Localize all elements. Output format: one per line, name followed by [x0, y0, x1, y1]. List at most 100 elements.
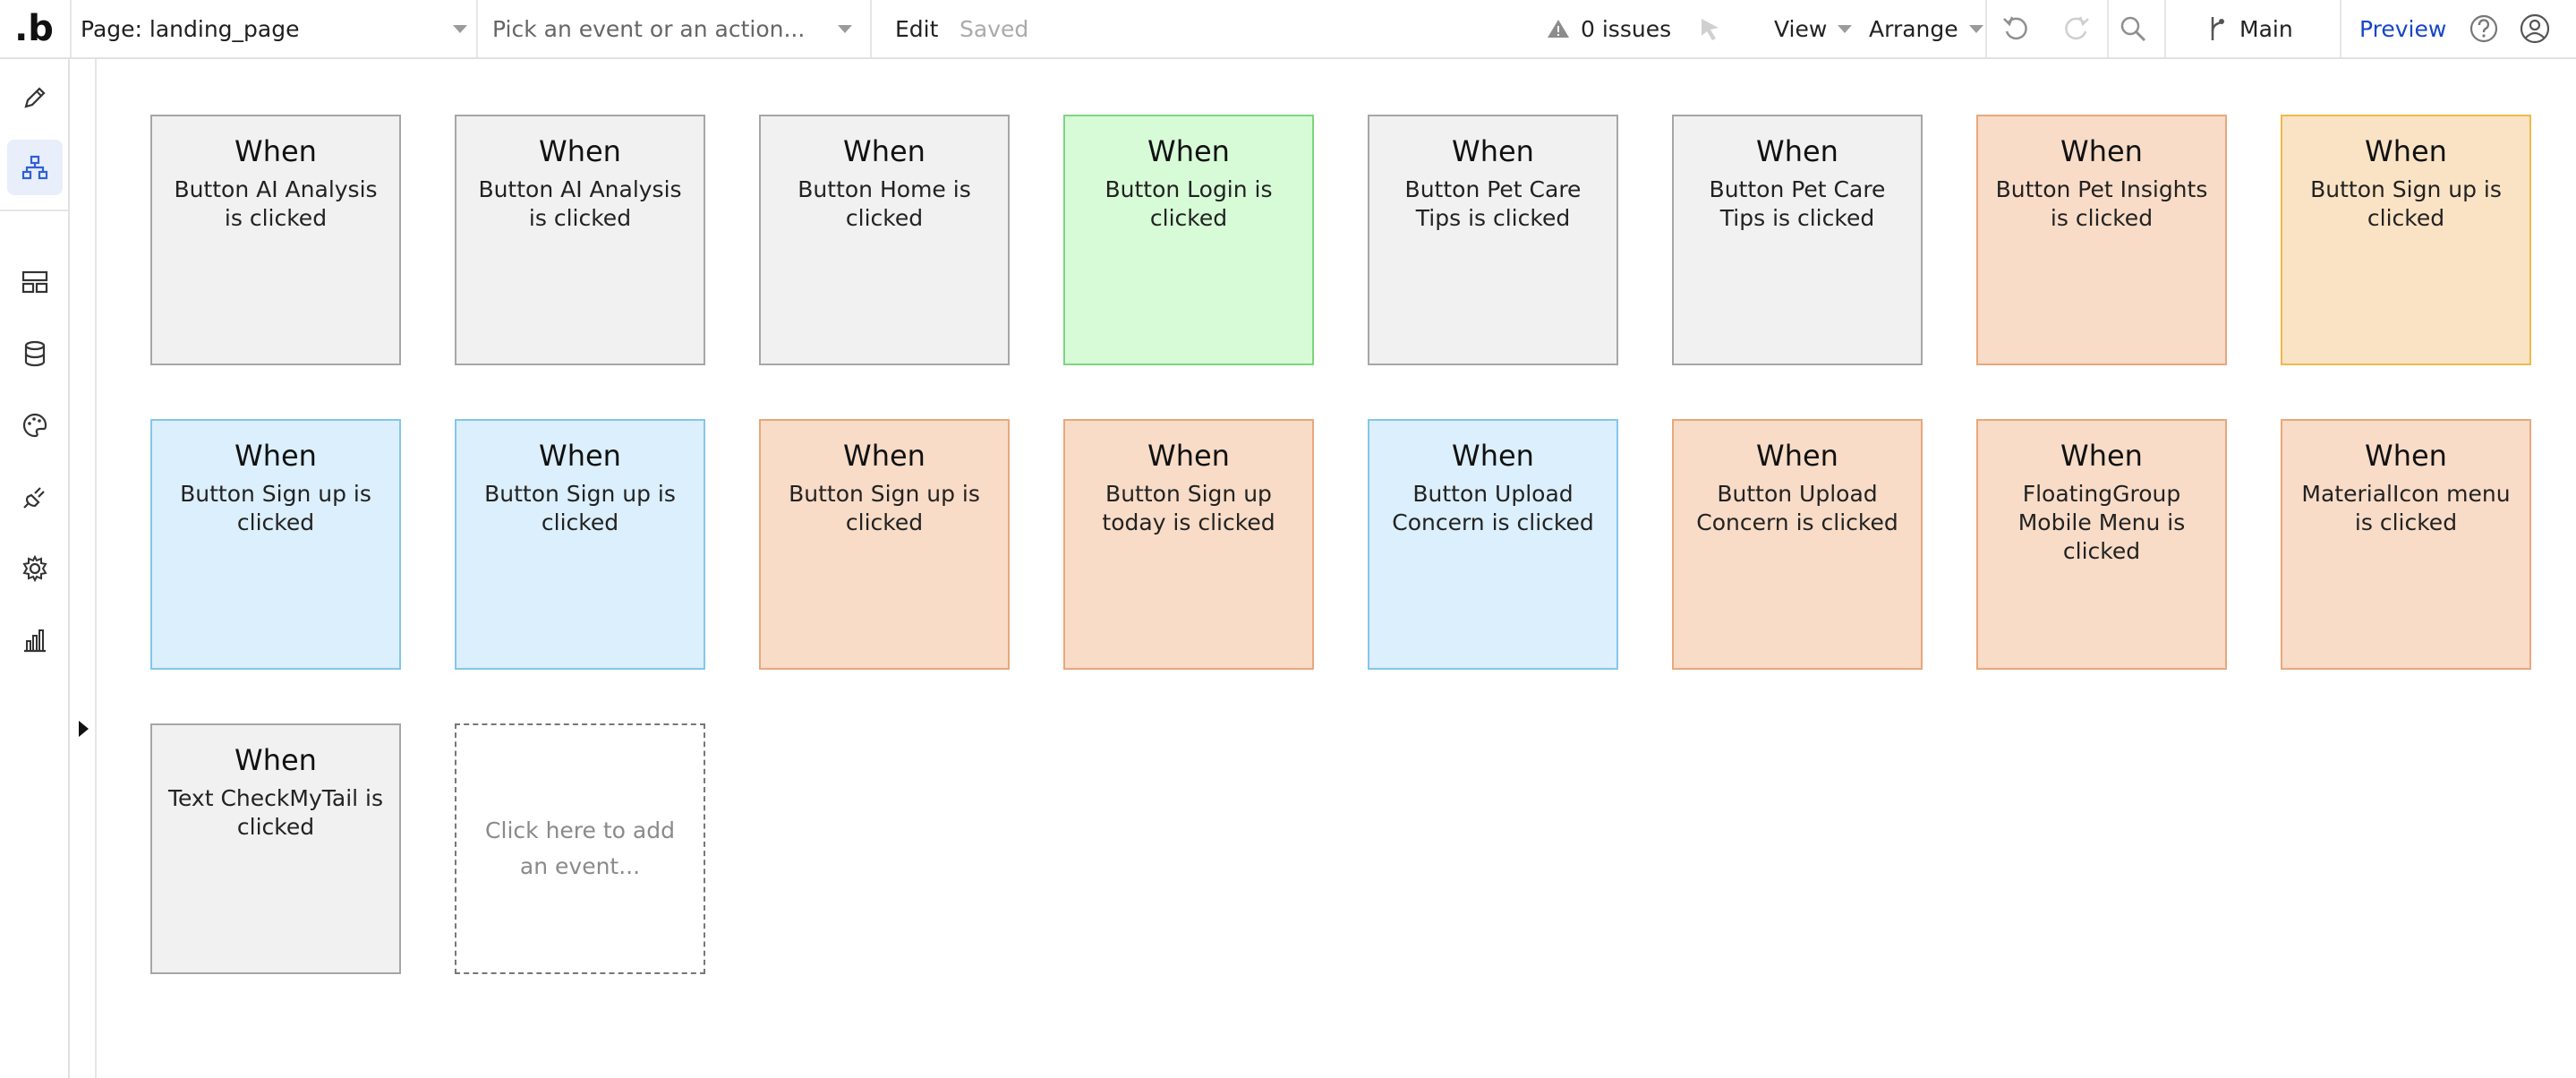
event-card[interactable]: When Button Sign up today is clicked: [1063, 419, 1314, 670]
event-picker-placeholder: Pick an event or an action...: [492, 15, 806, 42]
toolbar-divider: [870, 0, 872, 57]
event-when-label: When: [235, 134, 317, 168]
event-when-label: When: [1452, 439, 1534, 473]
page-select-label: Page: landing_page: [81, 15, 300, 42]
event-card[interactable]: When Text CheckMyTail is clicked: [150, 723, 401, 974]
toolbar-divider: [2340, 0, 2341, 57]
preview-button[interactable]: Preview: [2359, 0, 2446, 57]
event-card[interactable]: When Button Sign up is clicked: [150, 419, 401, 670]
page-select[interactable]: Page: landing_page: [81, 0, 467, 57]
event-trigger-label: Button Sign up today is clicked: [1102, 481, 1275, 535]
event-card[interactable]: When Button Pet Care Tips is clicked: [1368, 115, 1618, 365]
event-when-label: When: [1756, 134, 1838, 168]
event-picker[interactable]: Pick an event or an action...: [492, 0, 852, 57]
help-icon: [2469, 13, 2499, 44]
event-card[interactable]: When Button Upload Concern is clicked: [1368, 419, 1618, 670]
event-when-label: When: [539, 134, 621, 168]
event-trigger-label: Button Pet Care Tips is clicked: [1709, 176, 1886, 231]
workflow-canvas: When Button AI Analysis is clicked When But…: [98, 59, 2576, 1078]
inspect-cursor-button[interactable]: [1697, 0, 1724, 57]
sidebar-item-styles[interactable]: [7, 398, 63, 453]
search-button[interactable]: [2118, 0, 2148, 57]
help-button[interactable]: [2469, 0, 2499, 57]
event-when-label: When: [2365, 134, 2447, 168]
sidebar-item-data[interactable]: [7, 326, 63, 381]
event-trigger-label: Button Sign up is clicked: [789, 481, 980, 535]
undo-button[interactable]: [2001, 0, 2032, 57]
event-trigger-label: Button Sign up is clicked: [180, 481, 371, 535]
warning-icon: [1547, 18, 1570, 39]
workflow-icon: [21, 153, 49, 182]
sidebar-item-plugins[interactable]: [7, 469, 63, 525]
event-when-label: When: [843, 134, 925, 168]
event-card[interactable]: When FloatingGroup Mobile Menu is clicked: [1976, 419, 2227, 670]
branch-label: Main: [2239, 15, 2293, 42]
event-when-label: When: [1756, 439, 1838, 473]
view-label: View: [1774, 15, 1828, 42]
undo-icon: [2001, 13, 2032, 44]
account-button[interactable]: [2519, 0, 2551, 57]
event-trigger-label: Button Home is clicked: [798, 176, 971, 231]
view-menu[interactable]: View: [1774, 0, 1853, 57]
cursor-icon: [1697, 15, 1724, 42]
user-icon: [2519, 13, 2551, 45]
sidebar-item-settings[interactable]: [7, 541, 63, 596]
bubble-logo[interactable]: .b: [14, 0, 54, 57]
event-trigger-label: MaterialIcon menu is clicked: [2301, 481, 2511, 535]
chevron-down-icon: [1838, 24, 1853, 33]
top-toolbar: .b Page: landing_page Pick an event or a…: [0, 0, 2576, 59]
sidebar-item-workflow[interactable]: [7, 140, 63, 195]
edit-menu[interactable]: Edit: [895, 0, 938, 57]
event-card[interactable]: When Button Pet Insights is clicked: [1976, 115, 2227, 365]
panel-gutter: [70, 59, 97, 1078]
event-card[interactable]: When Button Home is clicked: [759, 115, 1010, 365]
event-when-label: When: [235, 743, 317, 777]
event-trigger-label: Button Upload Concern is clicked: [1696, 481, 1898, 535]
event-trigger-label: Text CheckMyTail is clicked: [167, 785, 384, 840]
expand-panel-icon[interactable]: [79, 721, 89, 737]
event-card[interactable]: When Button Sign up is clicked: [455, 419, 705, 670]
add-event-card[interactable]: Click here to add an event...: [455, 723, 705, 974]
event-card[interactable]: When Button Sign up is clicked: [759, 419, 1010, 670]
event-trigger-label: Button Pet Insights is clicked: [1995, 176, 2208, 231]
event-when-label: When: [1147, 134, 1230, 168]
event-trigger-label: Button Upload Concern is clicked: [1392, 481, 1594, 535]
branch-icon: [2207, 15, 2227, 42]
event-when-label: When: [1147, 439, 1230, 473]
sidebar-item-logs[interactable]: [7, 612, 63, 668]
sidebar-item-elements[interactable]: [7, 254, 63, 310]
redo-button[interactable]: [2060, 0, 2091, 57]
issues-button[interactable]: 0 issues: [1547, 0, 1671, 57]
arrange-menu[interactable]: Arrange: [1869, 0, 1983, 57]
event-when-label: When: [843, 439, 925, 473]
add-event-label: Click here to add an event...: [485, 817, 675, 879]
event-card[interactable]: When MaterialIcon menu is clicked: [2281, 419, 2531, 670]
event-trigger-label: FloatingGroup Mobile Menu is clicked: [2017, 481, 2186, 564]
event-when-label: When: [235, 439, 317, 473]
toolbar-divider: [1985, 0, 1987, 57]
chevron-down-icon: [453, 24, 467, 33]
event-card[interactable]: When Button Pet Care Tips is clicked: [1672, 115, 1923, 365]
saved-status: Saved: [960, 15, 1029, 42]
event-when-label: When: [2060, 134, 2143, 168]
event-when-label: When: [2060, 439, 2143, 473]
sidebar-item-design[interactable]: [7, 70, 63, 125]
event-when-label: When: [2365, 439, 2447, 473]
event-card[interactable]: When Button AI Analysis is clicked: [150, 115, 401, 365]
chevron-down-icon: [838, 24, 852, 33]
event-trigger-label: Button AI Analysis is clicked: [478, 176, 682, 231]
event-trigger-label: Button Sign up is clicked: [484, 481, 676, 535]
sidebar-divider: [0, 210, 68, 211]
toolbar-divider: [70, 0, 72, 57]
toolbar-divider: [2107, 0, 2109, 57]
event-card[interactable]: When Button Sign up is clicked: [2281, 115, 2531, 365]
branch-selector[interactable]: Main: [2207, 0, 2293, 57]
event-trigger-label: Button AI Analysis is clicked: [174, 176, 378, 231]
database-icon: [21, 339, 49, 368]
event-when-label: When: [1452, 134, 1534, 168]
event-card[interactable]: When Button AI Analysis is clicked: [455, 115, 705, 365]
event-card[interactable]: When Button Upload Concern is clicked: [1672, 419, 1923, 670]
event-card[interactable]: When Button Login is clicked: [1063, 115, 1314, 365]
event-trigger-label: Button Sign up is clicked: [2310, 176, 2502, 231]
issues-label: 0 issues: [1581, 15, 1672, 42]
